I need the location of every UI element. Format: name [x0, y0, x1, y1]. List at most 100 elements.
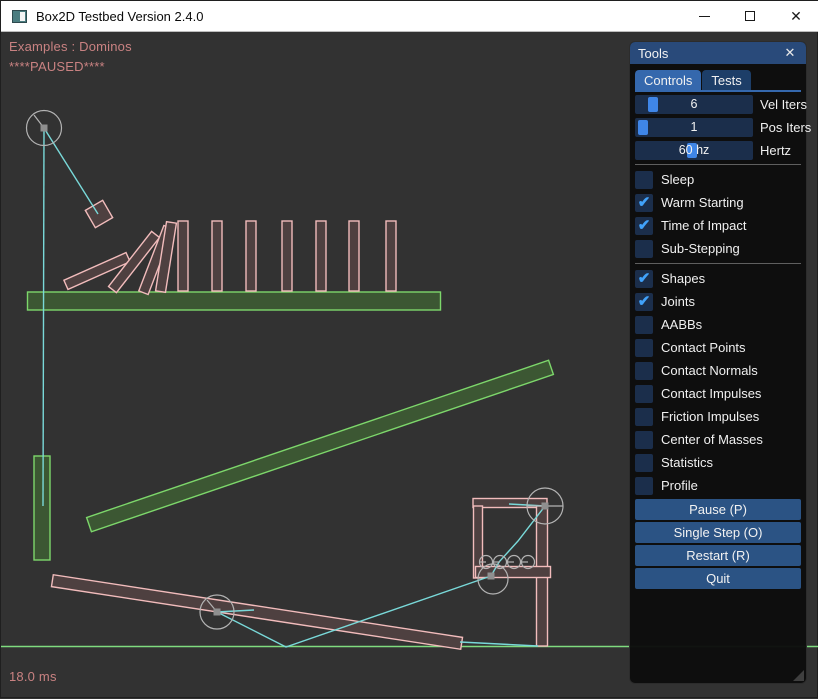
tab-bar: Controls Tests [635, 70, 801, 92]
tools-panel-title: Tools [638, 46, 668, 61]
joint-ground-segment [460, 642, 538, 646]
window-titlebar: Box2D Testbed Version 2.4.0 ✕ [1, 1, 818, 32]
checkbox-icon: ✔ [635, 240, 653, 258]
checkbox-icon: ✔ [635, 477, 653, 495]
checkbox-label: AABBs [661, 317, 702, 332]
checkbox-center-of-masses[interactable]: ✔ Center of Masses [635, 428, 801, 451]
pos-iters-row: 1 Pos Iters [635, 118, 801, 137]
close-button[interactable]: ✕ [773, 1, 818, 32]
checkbox-label: Friction Impulses [661, 409, 759, 424]
check-icon: ✔ [638, 271, 651, 286]
domino-platform [28, 292, 441, 310]
check-icon: ✔ [638, 294, 651, 309]
standing-domino-1 [178, 221, 188, 291]
standing-domino-4 [282, 221, 292, 291]
checkbox-contact-impulses[interactable]: ✔ Contact Impulses [635, 382, 801, 405]
checkbox-time-of-impact[interactable]: ✔ Time of Impact [635, 214, 801, 237]
frame-time-label: 18.0 ms [9, 669, 57, 684]
seesaw-plank [51, 575, 462, 649]
vel-iters-slider[interactable]: 6 [635, 95, 753, 114]
standing-domino-6 [349, 221, 359, 291]
checkbox-icon: ✔ [635, 293, 653, 311]
restart-button[interactable]: Restart (R) [635, 545, 801, 566]
tools-close-icon[interactable]: ✕ [782, 45, 798, 61]
checkbox-label: Shapes [661, 271, 705, 286]
example-label: Examples : Dominos [9, 39, 132, 54]
checkbox-icon: ✔ [635, 385, 653, 403]
checkbox-label: Joints [661, 294, 695, 309]
checkbox-icon: ✔ [635, 194, 653, 212]
checkbox-profile[interactable]: ✔ Profile [635, 474, 801, 497]
vertical-green-plank [34, 456, 50, 560]
checkbox-warm-starting[interactable]: ✔ Warm Starting [635, 191, 801, 214]
checkbox-icon: ✔ [635, 362, 653, 380]
quit-button[interactable]: Quit [635, 568, 801, 589]
pos-iters-slider[interactable]: 1 [635, 118, 753, 137]
tab-tests[interactable]: Tests [702, 70, 750, 90]
joint-anchor-1 [41, 125, 48, 132]
maximize-icon [745, 11, 755, 21]
checkbox-sleep[interactable]: ✔ Sleep [635, 168, 801, 191]
checkbox-icon: ✔ [635, 316, 653, 334]
checkbox-contact-normals[interactable]: ✔ Contact Normals [635, 359, 801, 382]
standing-domino-7 [386, 221, 396, 291]
pause-button[interactable]: Pause (P) [635, 499, 801, 520]
standing-domino-5 [316, 221, 326, 291]
checkbox-icon: ✔ [635, 454, 653, 472]
checkbox-label: Contact Points [661, 340, 746, 355]
close-icon: ✕ [790, 9, 802, 23]
checkbox-friction-impulses[interactable]: ✔ Friction Impulses [635, 405, 801, 428]
checkbox-label: Profile [661, 478, 698, 493]
standing-domino-2 [212, 221, 222, 291]
checkbox-icon: ✔ [635, 270, 653, 288]
joint-vertical-rope [43, 128, 44, 506]
hertz-row: 60 hz Hertz [635, 141, 801, 160]
checkbox-joints[interactable]: ✔ Joints [635, 290, 801, 313]
check-icon: ✔ [638, 195, 651, 210]
checkbox-icon: ✔ [635, 339, 653, 357]
checkbox-icon: ✔ [635, 171, 653, 189]
vel-iters-value: 6 [635, 95, 753, 114]
tab-controls[interactable]: Controls [635, 70, 701, 90]
swinging-square [85, 200, 112, 227]
maximize-button[interactable] [727, 1, 773, 32]
tools-panel: Tools ✕ Controls Tests 6 Vel Iters 1 Pos… [629, 41, 807, 684]
hertz-value: 60 hz [635, 141, 753, 160]
checkbox-icon: ✔ [635, 217, 653, 235]
checkbox-label: Sleep [661, 172, 694, 187]
checkbox-label: Center of Masses [661, 432, 763, 447]
paused-label: ****PAUSED**** [9, 59, 105, 74]
checkbox-label: Contact Impulses [661, 386, 761, 401]
standing-domino-3 [246, 221, 256, 291]
checkbox-icon: ✔ [635, 408, 653, 426]
checkbox-label: Sub-Stepping [661, 241, 740, 256]
check-icon: ✔ [638, 218, 651, 233]
tools-panel-header[interactable]: Tools ✕ [630, 42, 806, 64]
joint-anchor-2 [214, 609, 221, 616]
app-icon [12, 10, 27, 23]
separator [635, 164, 801, 165]
checkbox-statistics[interactable]: ✔ Statistics [635, 451, 801, 474]
checkbox-sub-stepping[interactable]: ✔ Sub-Stepping [635, 237, 801, 260]
vel-iters-row: 6 Vel Iters [635, 95, 801, 114]
checkbox-label: Statistics [661, 455, 713, 470]
window-title: Box2D Testbed Version 2.4.0 [36, 9, 203, 24]
checkbox-label: Contact Normals [661, 363, 758, 378]
pos-iters-value: 1 [635, 118, 753, 137]
hertz-slider[interactable]: 60 hz [635, 141, 753, 160]
checkbox-label: Warm Starting [661, 195, 744, 210]
checkbox-label: Time of Impact [661, 218, 746, 233]
joint-anchor-4 [488, 573, 495, 580]
single-step-button[interactable]: Single Step (O) [635, 522, 801, 543]
minimize-icon [699, 16, 710, 17]
separator [635, 263, 801, 264]
joint-to-square [44, 128, 98, 214]
joint-anchor-3 [542, 503, 549, 510]
hertz-label: Hertz [760, 143, 791, 158]
checkbox-contact-points[interactable]: ✔ Contact Points [635, 336, 801, 359]
minimize-button[interactable] [681, 1, 727, 32]
checkbox-aabbs[interactable]: ✔ AABBs [635, 313, 801, 336]
checkbox-shapes[interactable]: ✔ Shapes [635, 267, 801, 290]
checkbox-icon: ✔ [635, 431, 653, 449]
vel-iters-label: Vel Iters [760, 97, 807, 112]
